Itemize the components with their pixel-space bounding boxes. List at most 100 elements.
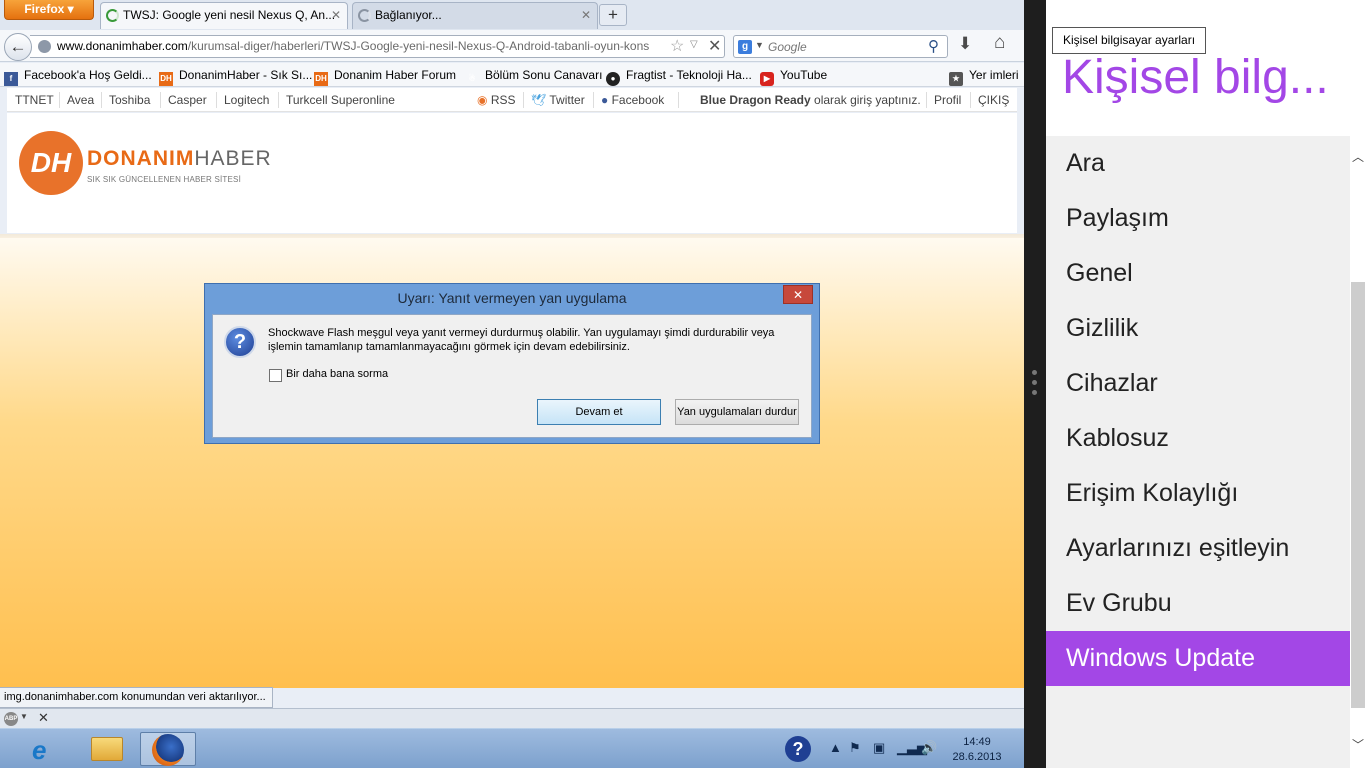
show-hidden-icons-icon[interactable]: ▲: [829, 740, 842, 755]
home-icon[interactable]: ⌂: [994, 32, 1005, 54]
nav-separator: [59, 92, 60, 108]
bookmark-star-icon[interactable]: ☆: [670, 36, 684, 56]
action-center-flag-icon[interactable]: ⚑: [849, 740, 861, 756]
tab-close-icon[interactable]: ✕: [581, 3, 591, 28]
folder-icon: [91, 737, 123, 761]
url-bar[interactable]: www.donanimhaber.com/kurumsal-diger/habe…: [30, 35, 725, 58]
nav-separator: [678, 92, 679, 108]
twitter-bird-icon: 🕊: [531, 93, 547, 107]
search-box[interactable]: g ▼ Google ⚲: [733, 35, 948, 58]
settings-item-wireless[interactable]: Kablosuz: [1046, 411, 1350, 466]
scroll-up-icon[interactable]: ︿: [1350, 148, 1366, 165]
system-clock[interactable]: 14:49 28.6.2013: [950, 735, 1004, 765]
tab-connecting[interactable]: Bağlanıyor... ✕: [352, 2, 598, 29]
bookmark-donanimhaber[interactable]: DH DonanimHaber - Sık Sı...: [159, 68, 312, 86]
scrollbar-thumb[interactable]: [1351, 282, 1365, 708]
nav-separator: [216, 92, 217, 108]
nav-link-casper[interactable]: Casper: [168, 93, 207, 107]
adblock-dropdown-icon[interactable]: ▼: [20, 712, 28, 721]
settings-item-general[interactable]: Genel: [1046, 246, 1350, 301]
bookmarks-menu[interactable]: ★ Yer imleri: [949, 68, 1019, 86]
status-bar: img.donanimhaber.com konumundan veri akt…: [0, 687, 273, 708]
settings-item-sync[interactable]: Ayarlarınızı eşitleyin: [1046, 521, 1350, 576]
facebook-icon: f: [4, 72, 18, 86]
loading-spinner-icon: [106, 9, 119, 22]
splitter-grip-icon: [1032, 370, 1037, 375]
bookmark-fragtist[interactable]: ● Fragtist - Teknoloji Ha...: [606, 68, 752, 86]
url-history-dropdown-icon[interactable]: ▽: [690, 39, 698, 50]
firefox-menu-button[interactable]: Firefox ▾: [4, 0, 94, 20]
user-name[interactable]: Blue Dragon Ready: [700, 93, 811, 107]
bookmarks-toolbar: f Facebook'a Hoş Geldi... DH DonanimHaber …: [0, 63, 1024, 87]
pane-title: Kişisel bilg...: [1062, 51, 1329, 104]
rss-link[interactable]: ◉ RSS: [477, 93, 516, 107]
splitter-grip-icon: [1032, 380, 1037, 385]
twitter-link[interactable]: 🕊 Twitter: [531, 93, 585, 107]
site-header: DH DONANIMHABER SIK SIK GÜNCELLENEN HABE…: [7, 113, 1017, 233]
taskbar-internet-explorer[interactable]: e: [18, 732, 74, 766]
adblock-plus-icon[interactable]: ABP: [4, 712, 18, 726]
bookmark-dh-forum[interactable]: DH Donanim Haber Forum: [314, 68, 456, 86]
search-engine-dropdown-icon[interactable]: ▼: [755, 40, 764, 50]
settings-item-privacy[interactable]: Gizlilik: [1046, 301, 1350, 356]
settings-item-homegroup[interactable]: Ev Grubu: [1046, 576, 1350, 631]
dont-ask-again-checkbox[interactable]: [269, 369, 282, 382]
addon-bar: ABP ▼ ✕: [0, 708, 1024, 728]
scroll-down-icon[interactable]: ﹀: [1350, 736, 1366, 753]
nav-link-toshiba[interactable]: Toshiba: [109, 93, 150, 107]
dont-ask-again-label[interactable]: Bir daha bana sorma: [286, 368, 388, 380]
nav-separator: [101, 92, 102, 108]
bookmark-label: Bölüm Sonu Canavarı: [485, 68, 603, 82]
tab-twsj[interactable]: TWSJ: Google yeni nesil Nexus Q, An... ✕: [100, 2, 348, 29]
nav-link-superonline[interactable]: Turkcell Superonline: [286, 93, 395, 107]
logo-wordmark: DONANIMHABER: [87, 147, 272, 171]
continue-button[interactable]: Devam et: [537, 399, 661, 425]
downloads-icon[interactable]: ⬇: [958, 34, 972, 54]
nav-link-logitech[interactable]: Logitech: [224, 93, 269, 107]
volume-icon[interactable]: 🔊: [921, 740, 937, 756]
bookmark-bolum-sonu[interactable]: ☃ Bölüm Sonu Canavarı: [465, 68, 602, 86]
stop-plugins-button[interactable]: Yan uygulamaları durdur: [675, 399, 799, 425]
network-icon[interactable]: ▣: [873, 740, 885, 756]
settings-item-ease-of-access[interactable]: Erişim Kolaylığı: [1046, 466, 1350, 521]
settings-item-windows-update[interactable]: Windows Update: [1046, 631, 1350, 686]
bookmark-label: Donanim Haber Forum: [334, 68, 457, 82]
tab-close-icon[interactable]: ✕: [331, 3, 341, 28]
settings-item-share[interactable]: Paylaşım: [1046, 191, 1350, 246]
bookmark-youtube[interactable]: ▶ YouTube: [760, 68, 827, 86]
dialog-close-button[interactable]: ✕: [783, 285, 813, 304]
search-icon[interactable]: ⚲: [928, 37, 939, 55]
facebook-link[interactable]: ● Facebook: [601, 93, 664, 107]
taskbar-file-explorer[interactable]: [80, 732, 136, 766]
pane-scrollbar[interactable]: ︿ ﹀: [1350, 136, 1366, 768]
bookmark-label: DonanimHaber - Sık Sı...: [179, 68, 313, 82]
addon-bar-close-icon[interactable]: ✕: [38, 710, 49, 726]
globe-icon: [38, 40, 51, 53]
logout-link[interactable]: ÇIKIŞ: [978, 93, 1009, 107]
google-icon[interactable]: g: [738, 40, 752, 54]
help-tray-icon[interactable]: ?: [785, 736, 811, 762]
facebook-bubble-icon: ●: [601, 93, 609, 107]
bookmark-facebook[interactable]: f Facebook'a Hoş Geldi...: [4, 68, 152, 86]
back-button[interactable]: ←: [4, 33, 32, 61]
new-tab-button[interactable]: +: [599, 4, 627, 26]
title-tooltip: Kişisel bilgisayar ayarları: [1052, 27, 1207, 54]
settings-item-devices[interactable]: Cihazlar: [1046, 356, 1350, 411]
nav-link-ttnet[interactable]: TTNET: [15, 93, 54, 107]
url-text[interactable]: www.donanimhaber.com/kurumsal-diger/habe…: [57, 39, 667, 53]
firefox-window: Firefox ▾ TWSJ: Google yeni nesil Nexus …: [0, 0, 1024, 728]
bookmark-label: Fragtist - Teknoloji Ha...: [626, 68, 752, 82]
snap-splitter[interactable]: [1024, 0, 1046, 768]
taskbar-firefox[interactable]: [140, 732, 196, 766]
profile-link[interactable]: Profil: [934, 93, 961, 107]
stop-loading-icon[interactable]: ✕: [708, 36, 721, 56]
settings-item-search[interactable]: Ara: [1046, 136, 1350, 191]
search-input[interactable]: Google: [768, 40, 807, 54]
site-top-nav: TTNET Avea Toshiba Casper Logitech Turkc…: [7, 88, 1017, 112]
dh-logo-icon: DH: [19, 131, 83, 195]
unresponsive-plugin-dialog: Uyarı: Yanıt vermeyen yan uygulama ✕ ? S…: [204, 283, 820, 444]
logo-word-donanim: DONANIM: [87, 147, 195, 170]
bookmarks-menu-label: Yer imleri: [969, 68, 1019, 82]
fragtist-icon: ●: [606, 72, 620, 86]
nav-link-avea[interactable]: Avea: [67, 93, 94, 107]
